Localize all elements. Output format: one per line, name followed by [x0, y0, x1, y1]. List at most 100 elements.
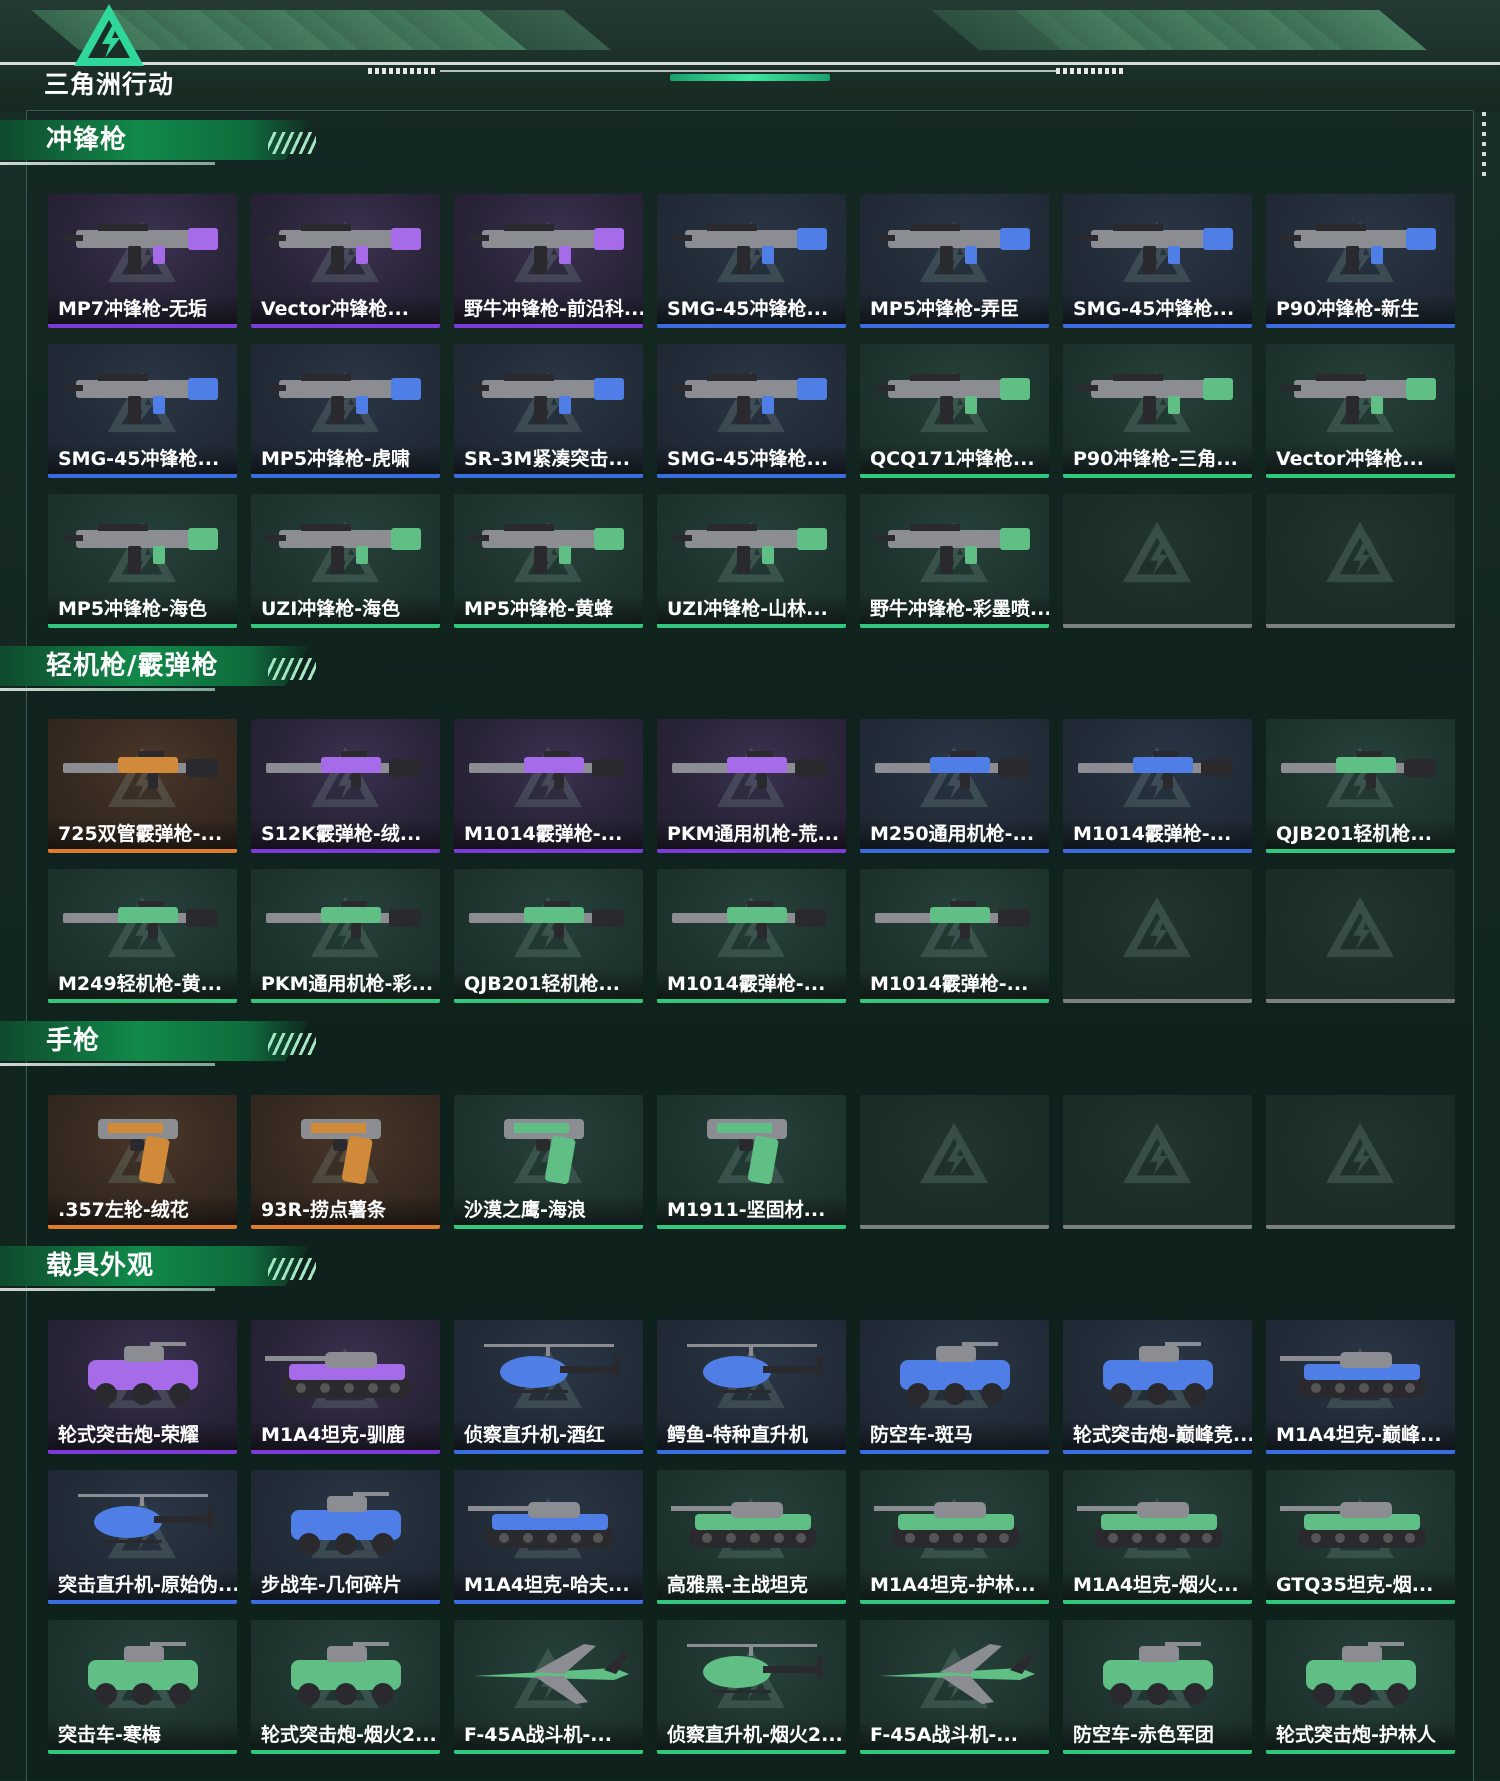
skin-card[interactable]: 防空车-赤色军团 [1063, 1620, 1252, 1754]
empty-slot [1063, 494, 1252, 628]
skin-card[interactable]: 侦察直升机-酒红 [454, 1320, 643, 1454]
skin-card[interactable]: 轮式突击炮-烟火2... [251, 1620, 440, 1754]
skin-card[interactable]: GTQ35坦克-烟... [1266, 1470, 1455, 1604]
skin-card[interactable]: M1014霰弹枪-... [454, 719, 643, 853]
skin-card[interactable]: MP5冲锋枪-虎啸 [251, 344, 440, 478]
tank-icon [1077, 1502, 1223, 1548]
armored-vehicle-icon [1103, 1342, 1213, 1405]
armored-vehicle-icon [88, 1342, 198, 1405]
skin-card[interactable]: MP5冲锋枪-弄臣 [860, 194, 1049, 328]
skin-card[interactable]: 防空车-斑马 [860, 1320, 1049, 1454]
skin-card[interactable]: 沙漠之鹰-海浪 [454, 1095, 643, 1229]
armored-vehicle-icon [291, 1492, 401, 1555]
skin-card[interactable]: S12K霰弹枪-绒... [251, 719, 440, 853]
skin-card[interactable]: SR-3M紧凑突击... [454, 344, 643, 478]
skin-name: 轮式突击炮-巅峰竞... [1063, 1420, 1252, 1450]
skin-card[interactable]: MP5冲锋枪-黄蜂 [454, 494, 643, 628]
skin-card[interactable]: SMG-45冲锋枪... [1063, 194, 1252, 328]
skin-card[interactable]: SMG-45冲锋枪... [657, 194, 846, 328]
smg-icon [469, 224, 624, 274]
skin-name: M1A4坦克-烟火... [1063, 1570, 1252, 1600]
skin-card[interactable]: 步战车-几何碎片 [251, 1470, 440, 1604]
skin-name: 轮式突击炮-荣耀 [48, 1420, 237, 1450]
skin-card[interactable]: 野牛冲锋枪-前沿科... [454, 194, 643, 328]
skin-name: 突击车-寒梅 [48, 1720, 237, 1750]
skin-card[interactable]: M1014霰弹枪-... [860, 869, 1049, 1003]
skin-card[interactable]: SMG-45冲锋枪... [48, 344, 237, 478]
skin-card[interactable]: QJB201轻机枪... [1266, 719, 1455, 853]
skin-card[interactable]: 高雅黑-主战坦克 [657, 1470, 846, 1604]
skin-card[interactable]: PKM通用机枪-荒... [657, 719, 846, 853]
helicopter-icon [687, 1644, 823, 1693]
skin-name: 野牛冲锋枪-彩墨喷... [860, 594, 1049, 624]
skin-card[interactable]: M249轻机枪-黄... [48, 869, 237, 1003]
skin-card[interactable]: 突击车-寒梅 [48, 1620, 237, 1754]
skin-card[interactable]: M1014霰弹枪-... [657, 869, 846, 1003]
skin-name: PKM通用机枪-彩... [251, 969, 440, 999]
rifle-icon [875, 751, 1030, 789]
tank-icon [1280, 1502, 1426, 1548]
skin-card[interactable]: M1A4坦克-驯鹿 [251, 1320, 440, 1454]
skin-name: M1A4坦克-驯鹿 [251, 1420, 440, 1450]
skin-card[interactable]: 野牛冲锋枪-彩墨喷... [860, 494, 1049, 628]
skin-name: 高雅黑-主战坦克 [657, 1570, 846, 1600]
skin-card[interactable]: M1014霰弹枪-... [1063, 719, 1252, 853]
skin-card[interactable]: 鳄鱼-特种直升机 [657, 1320, 846, 1454]
skin-name: GTQ35坦克-烟... [1266, 1570, 1455, 1600]
skin-name: 轮式突击炮-烟火2... [251, 1720, 440, 1750]
skin-card[interactable]: PKM通用机枪-彩... [251, 869, 440, 1003]
pistol-icon [98, 1119, 178, 1185]
skin-card[interactable]: M1A4坦克-巅峰... [1266, 1320, 1455, 1454]
pistol-icon [301, 1119, 381, 1185]
skin-card[interactable]: F-45A战斗机-... [454, 1620, 643, 1754]
rifle-icon [266, 901, 421, 939]
skin-name: UZI冲锋枪-海色 [251, 594, 440, 624]
smg-icon [469, 524, 624, 574]
skin-card[interactable]: M1A4坦克-哈夫... [454, 1470, 643, 1604]
armored-vehicle-icon [900, 1342, 1010, 1405]
skin-card[interactable]: .357左轮-绒花 [48, 1095, 237, 1229]
skin-card[interactable]: SMG-45冲锋枪... [657, 344, 846, 478]
skin-name: F-45A战斗机-... [860, 1720, 1049, 1750]
skin-card[interactable]: 轮式突击炮-巅峰竞... [1063, 1320, 1252, 1454]
smg-icon [63, 224, 218, 274]
skin-card[interactable]: F-45A战斗机-... [860, 1620, 1049, 1754]
section-header-pistol: 手枪 [0, 1021, 330, 1069]
skin-card[interactable]: 93R-捞点薯条 [251, 1095, 440, 1229]
skin-card[interactable]: Vector冲锋枪... [251, 194, 440, 328]
skin-name: M1014霰弹枪-... [860, 969, 1049, 999]
section-title: 载具外观 [46, 1251, 155, 1281]
rifle-icon [875, 901, 1030, 939]
skin-name: 轮式突击炮-护林人 [1266, 1720, 1455, 1750]
skin-name: 野牛冲锋枪-前沿科... [454, 294, 643, 324]
skin-name: M1911-坚固材... [657, 1195, 846, 1225]
skin-card[interactable]: QCQ171冲锋枪... [860, 344, 1049, 478]
skin-card[interactable]: M1A4坦克-护林... [860, 1470, 1049, 1604]
smg-icon [1281, 374, 1436, 424]
header: 三角洲行动 [0, 0, 1500, 112]
skin-card[interactable]: 轮式突击炮-护林人 [1266, 1620, 1455, 1754]
skin-card[interactable]: MP7冲锋枪-无垢 [48, 194, 237, 328]
skin-card[interactable]: 725双管霰弹枪-... [48, 719, 237, 853]
skin-card[interactable]: UZI冲锋枪-海色 [251, 494, 440, 628]
skin-card[interactable]: M1A4坦克-烟火... [1063, 1470, 1252, 1604]
skin-card[interactable]: M250通用机枪-... [860, 719, 1049, 853]
scrollbar[interactable] [1482, 112, 1486, 178]
skin-card[interactable]: P90冲锋枪-新生 [1266, 194, 1455, 328]
skin-card[interactable]: P90冲锋枪-三角... [1063, 344, 1252, 478]
skin-card[interactable]: 轮式突击炮-荣耀 [48, 1320, 237, 1454]
skin-name: SMG-45冲锋枪... [48, 444, 237, 474]
page: 三角洲行动 冲锋枪 MP7冲锋枪-无垢 Vector冲锋枪... 野牛冲锋枪-前… [0, 0, 1500, 1781]
skin-name: MP5冲锋枪-黄蜂 [454, 594, 643, 624]
skin-card[interactable]: UZI冲锋枪-山林... [657, 494, 846, 628]
rifle-icon [469, 751, 624, 789]
header-line [0, 62, 1500, 65]
skin-name: QJB201轻机枪... [1266, 819, 1455, 849]
skin-card[interactable]: 突击直升机-原始伪... [48, 1470, 237, 1604]
skin-card[interactable]: 侦察直升机-烟火2... [657, 1620, 846, 1754]
skin-card[interactable]: Vector冲锋枪... [1266, 344, 1455, 478]
skin-card[interactable]: M1911-坚固材... [657, 1095, 846, 1229]
skin-card[interactable]: MP5冲锋枪-海色 [48, 494, 237, 628]
skin-name: UZI冲锋枪-山林... [657, 594, 846, 624]
skin-card[interactable]: QJB201轻机枪... [454, 869, 643, 1003]
